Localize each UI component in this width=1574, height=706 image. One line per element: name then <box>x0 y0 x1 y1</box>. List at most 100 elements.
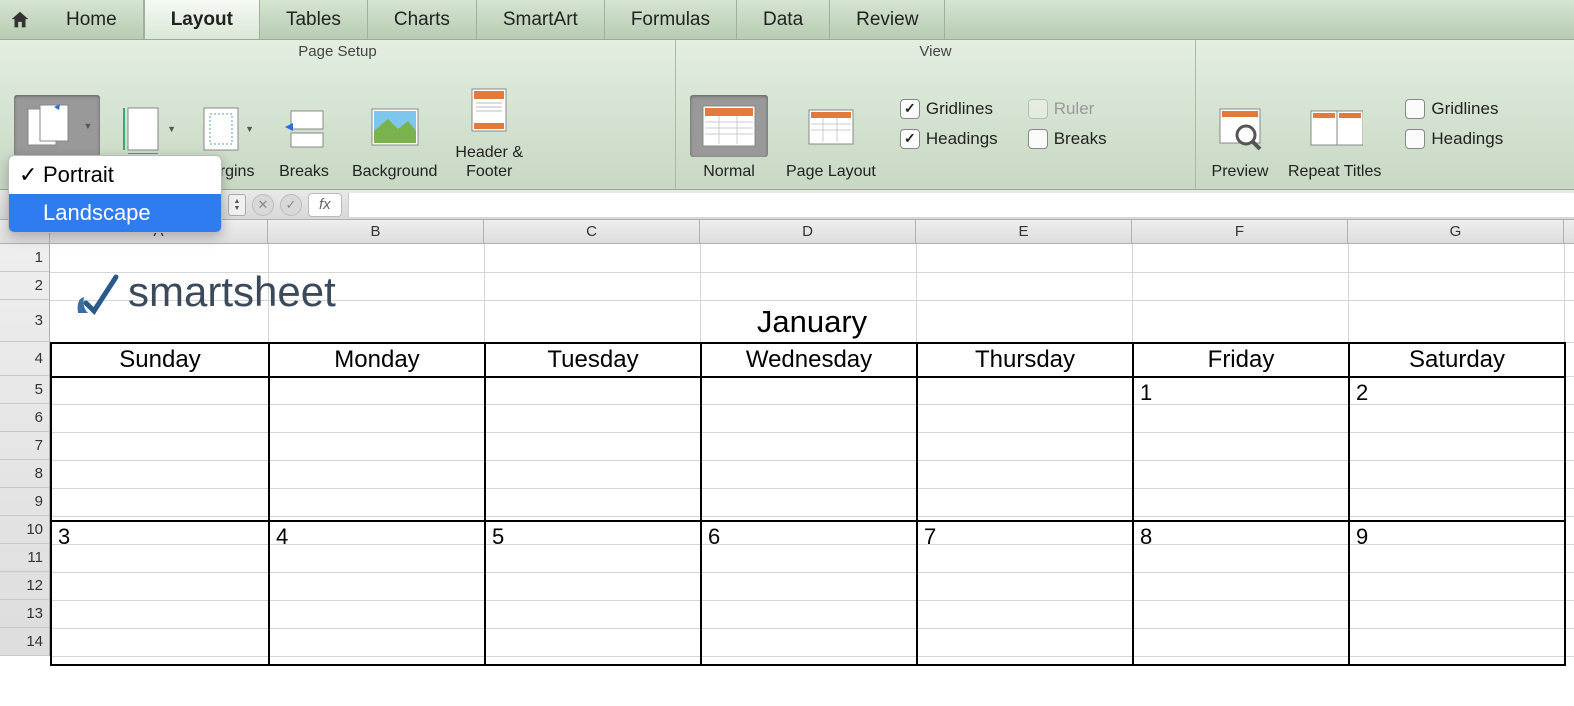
row-header[interactable]: 7 <box>0 432 49 460</box>
calendar-cell[interactable]: 2 <box>1349 377 1565 521</box>
view-breaks-label: Breaks <box>1054 129 1107 149</box>
preview-icon <box>1214 105 1266 153</box>
row-header[interactable]: 4 <box>0 342 49 376</box>
orientation-dropdown-menu: Portrait Landscape <box>8 155 222 233</box>
row-header[interactable]: 6 <box>0 404 49 432</box>
headings-checkbox[interactable] <box>900 129 920 149</box>
smartsheet-logo-icon <box>70 269 116 315</box>
month-title: January <box>757 304 867 340</box>
orientation-portrait-item[interactable]: Portrait <box>9 156 221 194</box>
row-header[interactable]: 11 <box>0 544 49 572</box>
gridlines-checkbox[interactable] <box>900 99 920 119</box>
column-headers: ABCDEFG <box>0 220 1574 244</box>
tab-formulas[interactable]: Formulas <box>605 0 737 39</box>
close-icon: ✕ <box>258 197 269 213</box>
column-header[interactable]: E <box>916 220 1132 243</box>
calendar-cell[interactable]: 3 <box>51 521 269 665</box>
margins-icon <box>198 104 243 154</box>
print-headings-label: Headings <box>1431 129 1503 149</box>
page-layout-view-button[interactable]: Page Layout <box>786 95 876 181</box>
row-header[interactable]: 3 <box>0 300 49 342</box>
formula-bar: ▲ ▼ ✕ ✓ fx <box>0 190 1574 220</box>
chevron-up-icon: ▲ <box>234 198 241 205</box>
column-header[interactable]: G <box>1348 220 1564 243</box>
day-header: Tuesday <box>485 343 701 377</box>
header-footer-icon <box>466 85 512 135</box>
accept-formula-button[interactable]: ✓ <box>280 194 302 216</box>
calendar-cell[interactable]: 9 <box>1349 521 1565 665</box>
calendar-table: SundayMondayTuesdayWednesdayThursdayFrid… <box>50 342 1566 666</box>
check-icon: ✓ <box>286 197 297 213</box>
row-header[interactable]: 14 <box>0 628 49 656</box>
calendar-cell[interactable] <box>51 377 269 521</box>
chevron-down-icon: ▼ <box>167 124 176 134</box>
normal-view-button[interactable]: Normal <box>690 95 768 181</box>
tab-tables[interactable]: Tables <box>260 0 368 39</box>
calendar-cell[interactable]: 4 <box>269 521 485 665</box>
calendar-cell[interactable]: 8 <box>1133 521 1349 665</box>
tab-layout[interactable]: Layout <box>144 0 260 39</box>
day-header: Sunday <box>51 343 269 377</box>
row-headers: 1234567891011121314 <box>0 244 50 656</box>
calendar-cell[interactable]: 7 <box>917 521 1133 665</box>
column-header[interactable]: F <box>1132 220 1348 243</box>
home-icon[interactable] <box>8 8 32 32</box>
print-gridlines-checkbox[interactable] <box>1405 99 1425 119</box>
column-header[interactable]: C <box>484 220 700 243</box>
headings-label: Headings <box>926 129 998 149</box>
spreadsheet-area: ABCDEFG 1234567891011121314 smartsheet J… <box>0 220 1574 706</box>
day-header: Wednesday <box>701 343 917 377</box>
smartsheet-logo-text: smartsheet <box>128 268 336 316</box>
calendar-cell[interactable]: 1 <box>1133 377 1349 521</box>
day-header: Friday <box>1133 343 1349 377</box>
row-header[interactable]: 5 <box>0 376 49 404</box>
row-header[interactable]: 10 <box>0 516 49 544</box>
calendar-cell[interactable]: 5 <box>485 521 701 665</box>
tab-data[interactable]: Data <box>737 0 830 39</box>
view-checks-col1: Gridlines Headings <box>894 66 1004 181</box>
tab-review[interactable]: Review <box>830 0 945 39</box>
preview-button[interactable]: Preview <box>1210 101 1270 181</box>
row-header[interactable]: 2 <box>0 272 49 300</box>
calendar-cell[interactable] <box>269 377 485 521</box>
name-box-stepper[interactable]: ▲ ▼ <box>228 194 246 216</box>
print-headings-checkbox[interactable] <box>1405 129 1425 149</box>
header-footer-button[interactable]: Header & Footer <box>455 82 523 181</box>
view-breaks-checkbox[interactable] <box>1028 129 1048 149</box>
row-header[interactable]: 12 <box>0 572 49 600</box>
day-header: Saturday <box>1349 343 1565 377</box>
print-checks: Gridlines Headings <box>1399 66 1509 181</box>
cancel-formula-button[interactable]: ✕ <box>252 194 274 216</box>
background-button[interactable]: Background <box>352 101 437 181</box>
group-title-page-setup: Page Setup <box>6 40 669 62</box>
print-gridlines-label: Gridlines <box>1431 99 1498 119</box>
repeat-titles-button[interactable]: Repeat Titles <box>1288 101 1381 181</box>
group-print: Preview Repeat Titles Gridlines <box>1196 40 1574 189</box>
tab-smartart[interactable]: SmartArt <box>477 0 605 39</box>
tab-home[interactable]: Home <box>40 0 144 39</box>
chevron-down-icon: ▼ <box>245 124 254 134</box>
column-header[interactable]: B <box>268 220 484 243</box>
row-header[interactable]: 8 <box>0 460 49 488</box>
formula-input[interactable] <box>348 193 1574 217</box>
background-icon <box>368 105 422 153</box>
row-header[interactable]: 1 <box>0 244 49 272</box>
calendar-content: smartsheet January SundayMondayTuesdayWe… <box>50 244 1574 340</box>
tab-charts[interactable]: Charts <box>368 0 477 39</box>
breaks-button[interactable]: Breaks <box>274 101 334 181</box>
day-header: Thursday <box>917 343 1133 377</box>
calendar-cell[interactable] <box>485 377 701 521</box>
calendar-cell[interactable] <box>917 377 1133 521</box>
column-header[interactable]: D <box>700 220 916 243</box>
orientation-landscape-item[interactable]: Landscape <box>9 194 221 232</box>
gridlines-label: Gridlines <box>926 99 993 119</box>
ribbon-tabs-bar: Home Layout Tables Charts SmartArt Formu… <box>0 0 1574 40</box>
row-header[interactable]: 13 <box>0 600 49 628</box>
chevron-down-icon: ▼ <box>84 121 93 131</box>
calendar-cell[interactable] <box>701 377 917 521</box>
fx-button[interactable]: fx <box>308 193 342 217</box>
row-header[interactable]: 9 <box>0 488 49 516</box>
calendar-cell[interactable]: 6 <box>701 521 917 665</box>
view-checks-col2: Ruler Breaks <box>1022 66 1113 181</box>
group-view: View Normal <box>676 40 1196 189</box>
